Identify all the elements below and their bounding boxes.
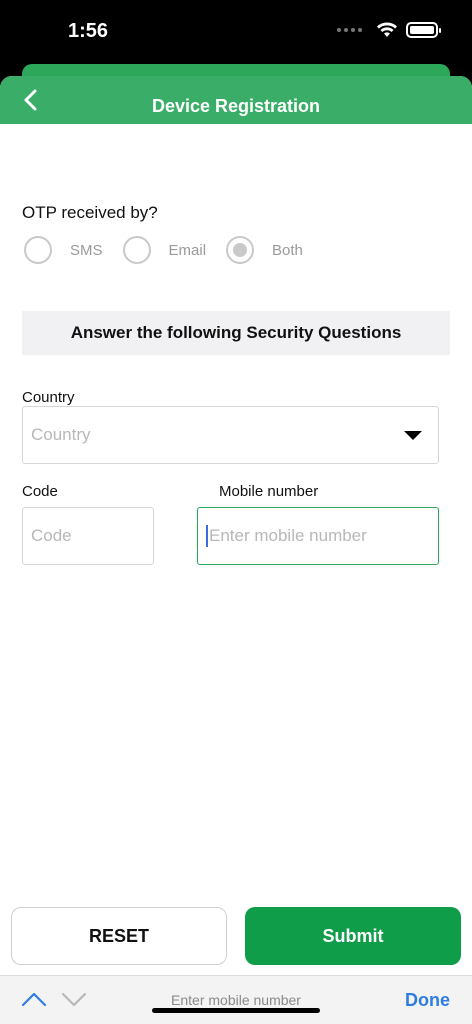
country-select[interactable]: Country: [22, 406, 439, 464]
dropdown-caret-icon: [404, 431, 422, 440]
page-title: Device Registration: [151, 96, 321, 116]
status-icons: [337, 22, 441, 38]
submit-button[interactable]: Submit: [245, 907, 461, 965]
done-button[interactable]: Done: [405, 990, 450, 1011]
code-label: Code: [22, 483, 58, 500]
radio-selected-icon[interactable]: [226, 236, 255, 264]
mobile-number-input[interactable]: Enter mobile number: [197, 507, 439, 565]
signal-dots-icon: [337, 28, 362, 32]
country-label: Country: [22, 389, 75, 406]
reset-button[interactable]: RESET: [11, 907, 227, 965]
status-time: 1:56: [68, 20, 109, 42]
home-indicator: [152, 1008, 320, 1013]
radio-circle-icon[interactable]: [24, 236, 52, 264]
radio-circle-icon[interactable]: [122, 236, 151, 264]
keyboard-toolbar: Enter mobile number Done: [0, 975, 472, 1024]
otp-radio-group: SMS Email Both: [24, 236, 303, 264]
otp-question-label: OTP received by?: [22, 203, 158, 222]
wifi-icon: [377, 22, 397, 37]
radio-option-both[interactable]: Both: [226, 236, 303, 264]
radio-label-both: Both: [272, 241, 303, 259]
nav-bar: Device Registration: [0, 76, 472, 124]
code-placeholder: Code: [31, 526, 72, 545]
radio-label-sms: SMS: [70, 241, 103, 259]
mobile-number-label: Mobile number: [219, 483, 319, 500]
text-cursor: [206, 525, 208, 547]
country-placeholder: Country: [31, 425, 91, 444]
code-input[interactable]: Code: [22, 507, 154, 565]
mobile-number-placeholder: Enter mobile number: [209, 526, 367, 545]
radio-label-email: Email: [168, 241, 207, 259]
radio-option-email[interactable]: Email: [122, 236, 227, 264]
battery-icon: [406, 22, 441, 38]
registration-sheet: Device Registration OTP received by? SMS…: [0, 76, 472, 1024]
radio-option-sms[interactable]: SMS: [24, 236, 123, 264]
keyboard-field-hint: Enter mobile number: [171, 992, 301, 1008]
status-bar: 1:56: [0, 0, 472, 66]
security-questions-header: Answer the following Security Questions: [22, 311, 450, 355]
